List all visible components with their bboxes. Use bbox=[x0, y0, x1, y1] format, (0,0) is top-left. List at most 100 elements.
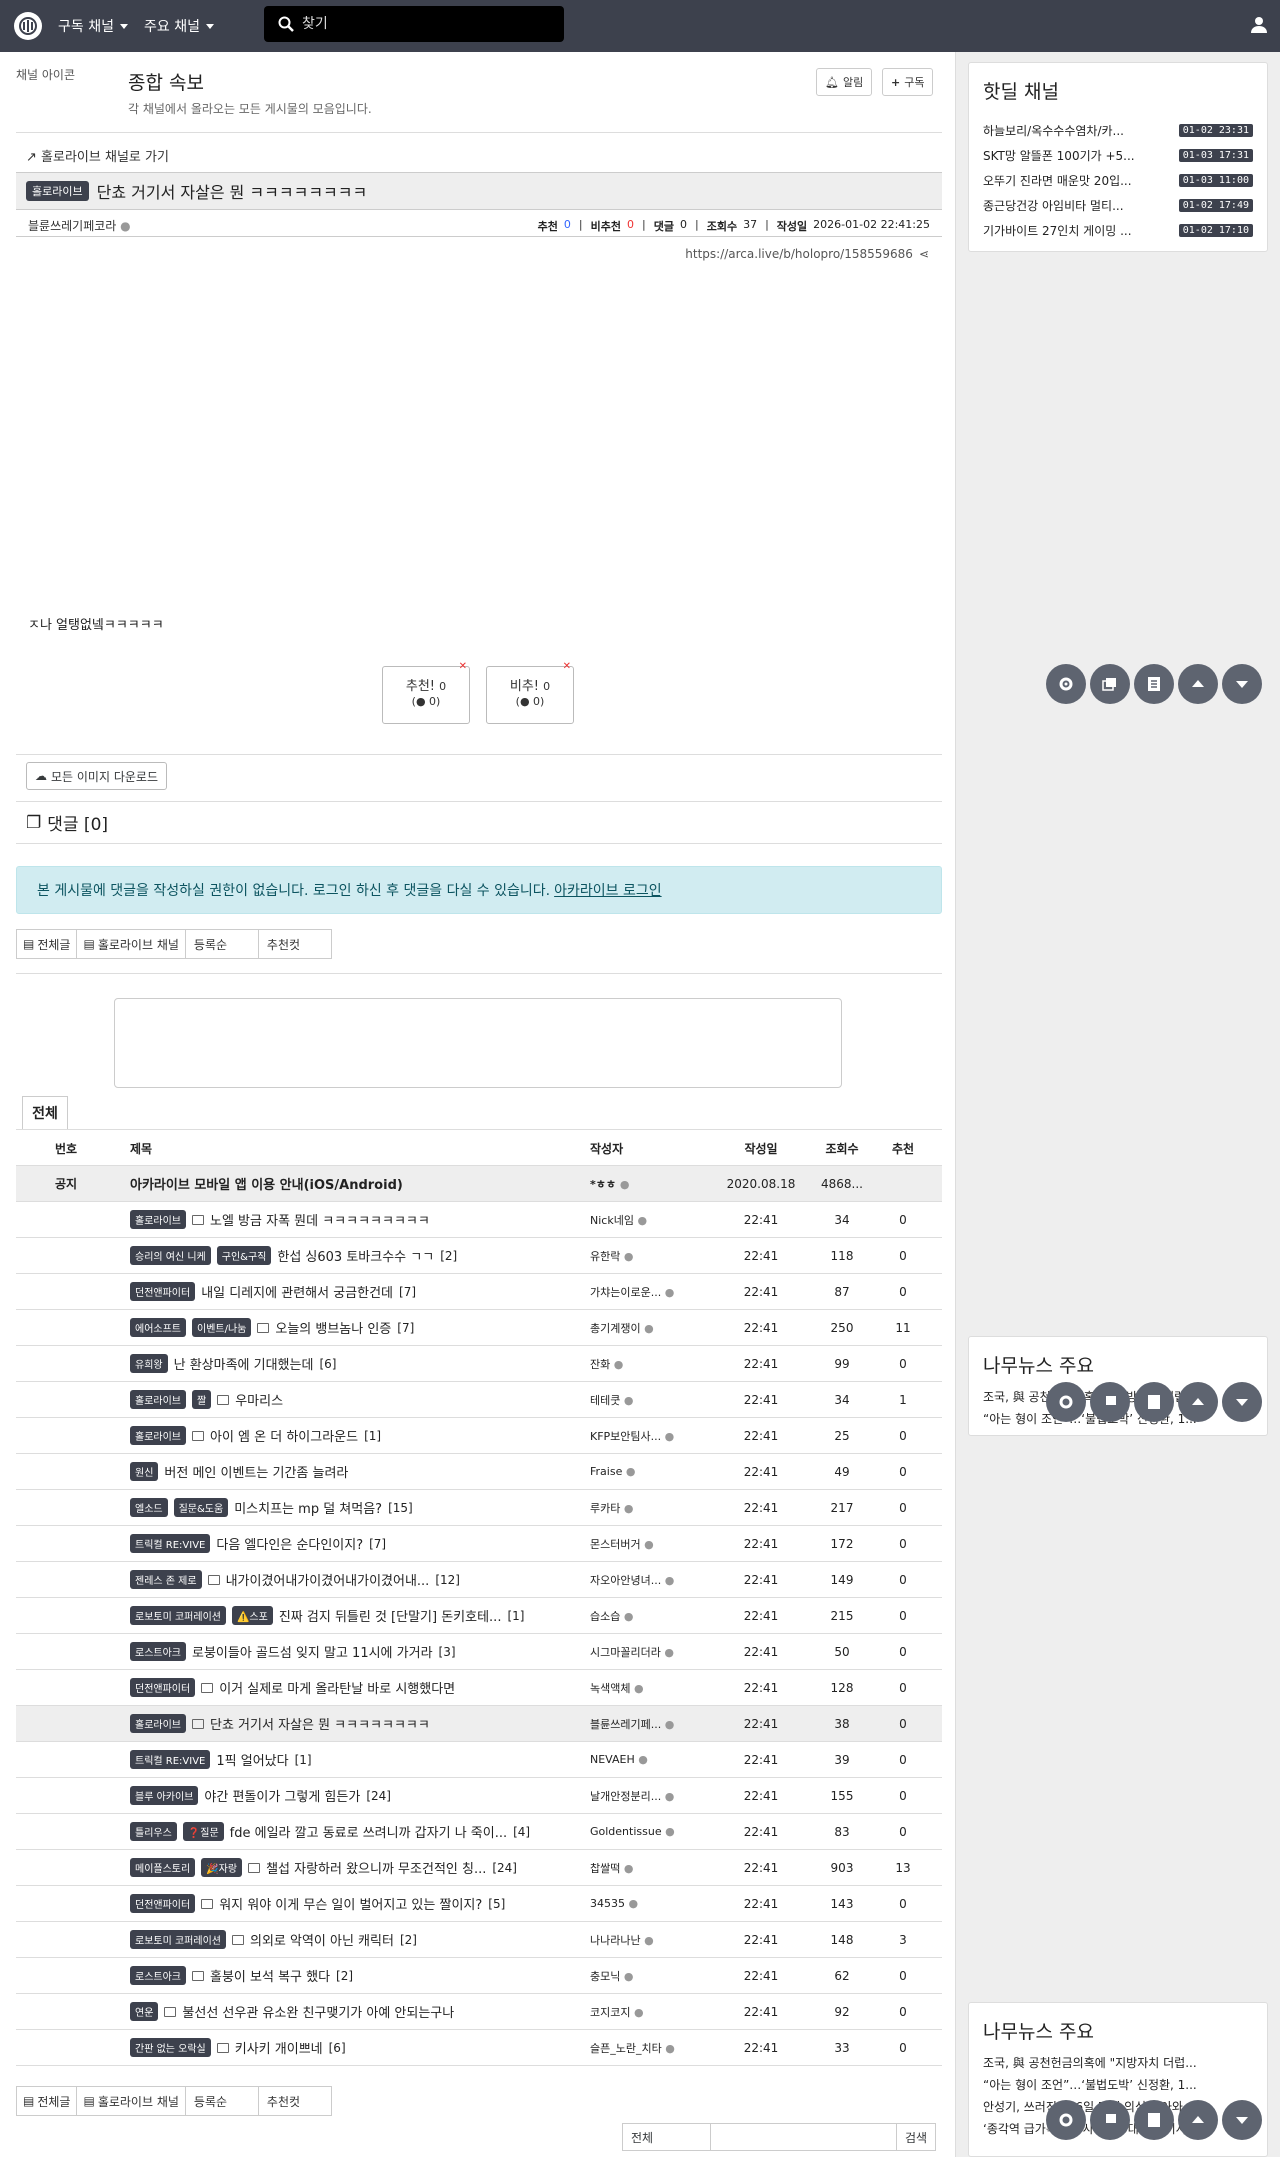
table-row[interactable]: 던전앤파이터 이거 실제로 마게 올라탄날 바로 시행했다면 녹색액체 ● 22:… bbox=[16, 1670, 942, 1706]
arca-logo[interactable] bbox=[14, 12, 42, 40]
row-title-cell[interactable]: 트릭컬 RE:VIVE 다음 엘다인은 순다인이지? [7] bbox=[116, 1534, 590, 1553]
table-row[interactable]: 홀로라이브 노엘 방금 자폭 뭔데 ㅋㅋㅋㅋㅋㅋㅋㅋㅋ Nick네임 ● 22:4… bbox=[16, 1202, 942, 1238]
settings-button[interactable] bbox=[1046, 664, 1086, 704]
category-badge[interactable]: 간판 없는 오락실 bbox=[130, 2038, 211, 2057]
row-author[interactable]: 자오아안녕녀... ● bbox=[590, 1572, 716, 1588]
category-badge[interactable]: 홀로라이브 bbox=[26, 181, 89, 201]
news-item[interactable]: 조국, 與 공천헌금의혹에 "지방자치 더럽... bbox=[983, 2052, 1253, 2074]
row-title-cell[interactable]: 에어소프트 이벤트/나눔 오늘의 뱅브놈나 인증 [7] bbox=[116, 1318, 590, 1337]
category-badge[interactable]: 연운 bbox=[130, 2002, 159, 2021]
category-badge[interactable]: 로보토미 코퍼레이션 bbox=[130, 1606, 226, 1625]
row-author[interactable]: 34535 ● bbox=[590, 1897, 716, 1910]
category-badge[interactable]: 트릭컬 RE:VIVE bbox=[130, 1750, 211, 1769]
scroll-up-button[interactable] bbox=[1178, 1382, 1218, 1422]
row-author[interactable]: 시그마꼴리더라 ● bbox=[590, 1644, 716, 1660]
copy-button[interactable] bbox=[1090, 2100, 1130, 2140]
share-icon[interactable]: ⋖ bbox=[919, 247, 929, 261]
row-author[interactable]: Goldentissue ● bbox=[590, 1825, 716, 1838]
category-badge[interactable]: 엘소드 bbox=[130, 1498, 168, 1517]
table-row[interactable]: 홀로라이브 짤 우마리스 테테쿳 ● 22:41 34 1 bbox=[16, 1382, 942, 1418]
category-badge[interactable]: 던전앤파이터 bbox=[130, 1282, 196, 1301]
category-badge[interactable]: 블루 아카이브 bbox=[130, 1786, 199, 1805]
row-title-cell[interactable]: 로스트아크 로붕이들아 골드섬 잊지 말고 11시에 가거라 [3] bbox=[116, 1642, 590, 1661]
alarm-button[interactable]: 🔔︎ 알림 bbox=[816, 68, 873, 96]
row-title-cell[interactable]: 틀리우스 ❓질문 fde 에일라 깔고 동료로 쓰려니까 갑자기 나 죽이... [4… bbox=[116, 1822, 590, 1841]
vote-down-button[interactable]: ✕ 비추! 0 (● 0) bbox=[486, 661, 574, 724]
row-author[interactable]: 가챠는이로운... ● bbox=[590, 1284, 716, 1300]
row-author[interactable]: 찹쌀떡 ● bbox=[590, 1860, 716, 1876]
category-badge[interactable]: 질문&도움 bbox=[173, 1498, 229, 1517]
table-row[interactable]: 에어소프트 이벤트/나눔 오늘의 뱅브놈나 인증 [7] 총기계쟁이 ● 22:41 … bbox=[16, 1310, 942, 1346]
scroll-down-button[interactable] bbox=[1222, 2100, 1262, 2140]
category-badge[interactable]: ❓질문 bbox=[182, 1822, 224, 1841]
subscribe-button[interactable]: + 구독 bbox=[882, 68, 934, 96]
subscribe-channel-menu[interactable]: 구독 채널 bbox=[58, 16, 128, 36]
row-title-cell[interactable]: 트릭컬 RE:VIVE 1픽 얼어났다 [1] bbox=[116, 1750, 590, 1769]
row-author[interactable]: 충모닉 ● bbox=[590, 1968, 716, 1984]
vote-up-button[interactable]: ✕ 추천! 0 (● 0) bbox=[382, 661, 470, 724]
search-icon[interactable] bbox=[278, 16, 294, 32]
table-row[interactable]: 로보토미 코퍼레이션 의외로 악역이 아닌 캐릭터 [2] 나나라나난 ● 22:4… bbox=[16, 1922, 942, 1958]
row-author[interactable]: 몬스터버거 ● bbox=[590, 1536, 716, 1552]
row-title-cell[interactable]: 블루 아카이브 야간 편돌이가 그렇게 힘든가 [24] bbox=[116, 1786, 590, 1805]
row-title-cell[interactable]: 홀로라이브 단쵸 거기서 자살은 뭔 ㅋㅋㅋㅋㅋㅋㅋㅋ bbox=[116, 1714, 590, 1733]
table-row[interactable]: 젠레스 존 제로 내가이겼어내가이겼어내가이겼어내... [12] 자오아안녕녀..… bbox=[16, 1562, 942, 1598]
bottom-search-input[interactable] bbox=[711, 2124, 897, 2150]
table-row[interactable]: 승리의 여신 니케 구인&구직 한섭 싱603 토바크수수 ㄱㄱ [2] 유한락 ● … bbox=[16, 1238, 942, 1274]
tab-list-all[interactable]: 전체 bbox=[22, 1096, 68, 1130]
category-badge[interactable]: 에어소프트 bbox=[130, 1318, 186, 1337]
hotdeal-item[interactable]: 하늘보리/옥수수수염차/카... 01-02 23:31 bbox=[983, 118, 1253, 143]
table-row[interactable]: 트릭컬 RE:VIVE 1픽 얼어났다 [1] NEVAEH ● 22:41 39 … bbox=[16, 1742, 942, 1778]
row-author[interactable]: 녹색액체 ● bbox=[590, 1680, 716, 1696]
row-title-cell[interactable]: 홀로라이브 짤 우마리스 bbox=[116, 1390, 590, 1409]
row-title-cell[interactable]: 던전앤파이터 워지 워야 이게 무슨 일이 벌어지고 있는 짤이지? [5] bbox=[116, 1894, 590, 1913]
category-badge[interactable]: 로보토미 코퍼레이션 bbox=[130, 1930, 226, 1949]
row-author[interactable]: 잔화 ● bbox=[590, 1356, 716, 1372]
sort-select[interactable]: 등록순 bbox=[184, 929, 259, 959]
category-badge[interactable]: ⚠️스포 bbox=[231, 1606, 273, 1625]
row-author[interactable]: 나나라나난 ● bbox=[590, 1932, 716, 1948]
category-badge[interactable]: 홀로라이브 bbox=[130, 1714, 186, 1733]
category-badge[interactable]: 짤 bbox=[192, 1390, 212, 1409]
row-title-cell[interactable]: 엘소드 질문&도움 미스치프는 mp 덜 쳐먹음? [15] bbox=[116, 1498, 590, 1517]
copy-button[interactable] bbox=[1090, 1382, 1130, 1422]
news-item[interactable]: “아는 형이 조언”…‘불법도박’ 신정환, 1... bbox=[983, 2074, 1253, 2096]
table-row[interactable]: 트릭컬 RE:VIVE 다음 엘다인은 순다인이지? [7] 몬스터버거 ● 22:… bbox=[16, 1526, 942, 1562]
row-title-cell[interactable]: 연운 불선선 선우관 유소완 친구맺기가 아예 안되는구나 bbox=[116, 2002, 590, 2021]
table-row[interactable]: 홀로라이브 단쵸 거기서 자살은 뭔 ㅋㅋㅋㅋㅋㅋㅋㅋ 블륜쓰레기페... ● 2… bbox=[16, 1706, 942, 1742]
category-badge[interactable]: 트릭컬 RE:VIVE bbox=[130, 1534, 211, 1553]
row-title-cell[interactable]: 로스트아크 홀붕이 보석 복구 했다 [2] bbox=[116, 1966, 590, 1985]
category-badge[interactable]: 홀로라이브 bbox=[130, 1210, 186, 1229]
row-author[interactable]: 코지코지 ● bbox=[590, 2004, 716, 2020]
login-link[interactable]: 아카라이브 로그인 bbox=[554, 880, 662, 900]
search-scope-select[interactable]: 전체 bbox=[623, 2124, 711, 2150]
row-author[interactable]: 슬픈_노란_치타 ● bbox=[590, 2040, 716, 2056]
row-title-cell[interactable]: 홀로라이브 노엘 방금 자폭 뭔데 ㅋㅋㅋㅋㅋㅋㅋㅋㅋ bbox=[116, 1210, 590, 1229]
list-button[interactable] bbox=[1134, 664, 1174, 704]
row-title-cell[interactable]: 홀로라이브 아이 엠 온 더 하이그라운드 [1] bbox=[116, 1426, 590, 1445]
namu-news-title[interactable]: 나무뉴스 주요 bbox=[983, 1351, 1253, 1378]
tab-channel[interactable]: ▤ 홀로라이브 채널 bbox=[76, 2086, 186, 2116]
hotdeal-title[interactable]: 핫딜 채널 bbox=[983, 77, 1253, 104]
row-author[interactable]: 총기계쟁이 ● bbox=[590, 1320, 716, 1336]
tab-all-posts[interactable]: ▤ 전체글 bbox=[16, 929, 78, 959]
table-row[interactable]: 로스트아크 로붕이들아 골드섬 잊지 말고 11시에 가거라 [3] 시그마꼴리더라… bbox=[16, 1634, 942, 1670]
row-author[interactable]: 블륜쓰레기페... ● bbox=[590, 1716, 716, 1732]
category-badge[interactable]: 유희왕 bbox=[130, 1354, 168, 1373]
best-select[interactable]: 추천컷 bbox=[257, 929, 332, 959]
row-author[interactable]: KFP보안팀사... ● bbox=[590, 1428, 716, 1444]
table-row[interactable]: 블루 아카이브 야간 편돌이가 그렇게 힘든가 [24] 날개안정분리... ● 2… bbox=[16, 1778, 942, 1814]
scroll-down-button[interactable] bbox=[1222, 664, 1262, 704]
scroll-down-button[interactable] bbox=[1222, 1382, 1262, 1422]
category-badge[interactable]: 구인&구직 bbox=[216, 1246, 272, 1265]
list-button[interactable] bbox=[1134, 2100, 1174, 2140]
category-badge[interactable]: 로스트아크 bbox=[130, 1642, 186, 1661]
ad-banner[interactable] bbox=[114, 998, 842, 1088]
copy-button[interactable] bbox=[1090, 664, 1130, 704]
row-author[interactable]: Fraise ● bbox=[590, 1465, 716, 1478]
category-badge[interactable]: 던전앤파이터 bbox=[130, 1894, 196, 1913]
row-title-cell[interactable]: 던전앤파이터 내일 디레지에 관련해서 궁금한건데 [7] bbox=[116, 1282, 590, 1301]
main-channel-menu[interactable]: 주요 채널 bbox=[144, 16, 214, 36]
category-badge[interactable]: 로스트아크 bbox=[130, 1966, 186, 1985]
table-row[interactable]: 유희왕 난 환상마족에 기대했는데 [6] 잔화 ● 22:41 99 0 bbox=[16, 1346, 942, 1382]
